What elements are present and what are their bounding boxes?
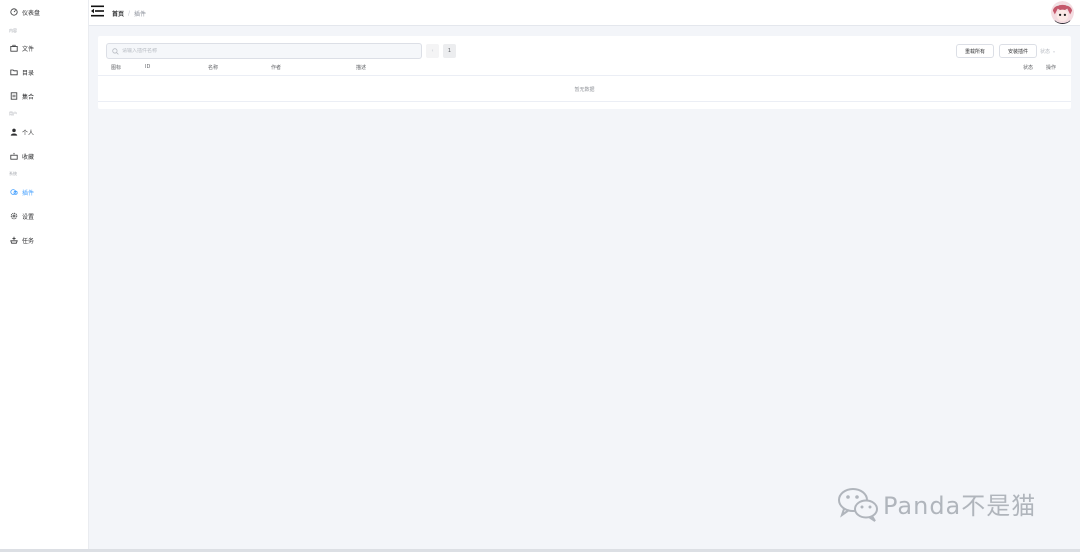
column-header-id: ID [145, 64, 151, 70]
sidebar-item-files[interactable]: 文件 [0, 38, 88, 58]
sidebar-item-plugins[interactable]: 插件 [0, 182, 88, 202]
column-header-author: 作者 [271, 65, 282, 71]
plugin-icon [9, 188, 18, 197]
dashboard-icon [9, 8, 18, 17]
table-header: 图标 ID 名称 作者 描述 状态 操作 [98, 62, 1071, 76]
top-header: 首页 / 插件 [89, 0, 1080, 26]
sidebar-item-catalog[interactable]: 目录 [0, 62, 88, 82]
breadcrumb-home[interactable]: 首页 [112, 9, 124, 18]
watermark-text: Panda不是猫 [883, 491, 1037, 520]
sidebar-item-label: 插件 [22, 189, 35, 197]
breadcrumb-current: 插件 [134, 11, 147, 18]
install-plugin-button[interactable]: 安装插件 [999, 44, 1037, 58]
breadcrumb-separator: / [128, 10, 131, 17]
search-icon [112, 47, 119, 55]
sidebar-item-favorites[interactable]: 收藏 [0, 146, 88, 166]
sidebar-item-settings[interactable]: 设置 [0, 206, 88, 226]
watermark: Panda不是猫 [836, 483, 1036, 523]
chevron-down-icon: ▿ [1053, 48, 1056, 54]
briefcase-icon [9, 44, 18, 53]
sidebar-item-personal[interactable]: 个人 [0, 122, 88, 142]
avatar[interactable] [1051, 1, 1074, 24]
sidebar-item-label: 设置 [22, 213, 35, 221]
column-header-icon: 图标 [111, 65, 122, 71]
sidebar-item-label: 收藏 [22, 153, 35, 161]
breadcrumb: 首页 / 插件 [112, 9, 146, 18]
task-icon [9, 236, 18, 245]
sidebar-item-dashboard[interactable]: 仪表盘 [0, 2, 88, 22]
group-label-content: 内容 [9, 28, 17, 33]
wechat-icon [836, 483, 880, 523]
folder-icon [9, 68, 18, 77]
menu-toggle-icon[interactable] [91, 5, 104, 17]
sidebar-item-label: 任务 [22, 237, 35, 245]
sidebar-item-label: 集合 [22, 93, 35, 101]
column-header-actions: 操作 [1046, 65, 1057, 71]
sidebar-item-tasks[interactable]: 任务 [0, 230, 88, 250]
search-input[interactable] [122, 48, 412, 54]
group-label-user: 用户 [9, 111, 17, 116]
prev-page-button[interactable]: ‹ [426, 44, 439, 58]
sidebar: 仪表盘 内容 文件 目录 集合 用户 个人 收藏 系统 插件 设置 任务 [0, 0, 89, 552]
column-header-name: 名称 [208, 65, 219, 71]
plugin-panel: ‹ 1 重载所有 安装插件 状态 ▿ 图标 ID 名称 作者 描述 状态 操作 … [98, 36, 1071, 109]
page-number-button[interactable]: 1 [443, 44, 456, 58]
search-box[interactable] [106, 43, 422, 59]
user-icon [9, 128, 18, 137]
star-box-icon [9, 152, 18, 161]
status-select[interactable]: 状态 ▿ [1040, 44, 1064, 58]
column-header-status: 状态 [1023, 65, 1034, 71]
reload-all-button[interactable]: 重载所有 [956, 44, 994, 58]
empty-state: 暂无数据 [98, 77, 1071, 102]
collection-icon [9, 92, 18, 101]
sidebar-item-label: 个人 [22, 129, 35, 137]
gear-icon [9, 212, 18, 221]
sidebar-item-label: 仪表盘 [22, 9, 41, 17]
sidebar-item-label: 文件 [22, 45, 35, 53]
column-header-description: 描述 [356, 65, 367, 71]
sidebar-item-topics[interactable]: 集合 [0, 86, 88, 106]
status-select-value: 状态 [1040, 48, 1051, 55]
group-label-system: 系统 [9, 171, 17, 176]
sidebar-item-label: 目录 [22, 69, 35, 77]
